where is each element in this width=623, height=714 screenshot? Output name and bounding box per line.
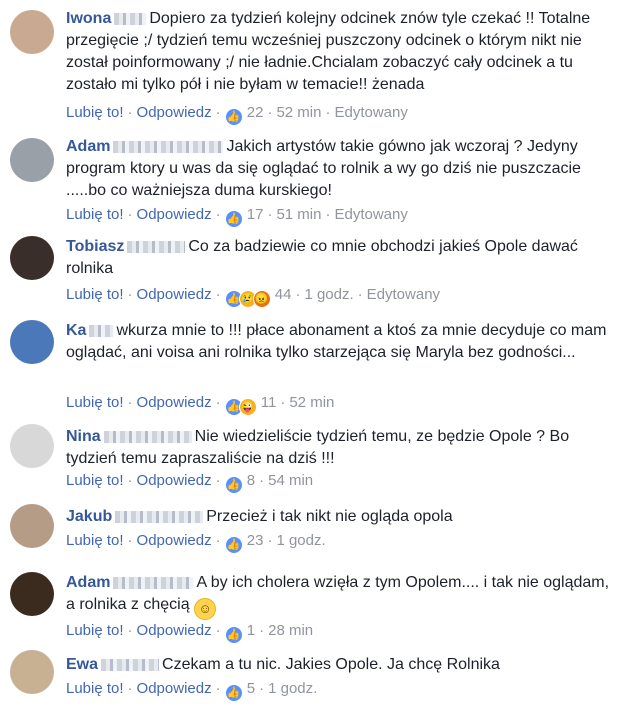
- like-link[interactable]: Lubię to!: [66, 104, 124, 121]
- reaction-count[interactable]: 5: [247, 680, 255, 697]
- avatar[interactable]: [10, 320, 54, 364]
- timestamp[interactable]: 28 min: [268, 622, 313, 639]
- comment-text: wkurza mnie to !!! płace abonament a kto…: [66, 322, 607, 361]
- avatar[interactable]: [10, 10, 54, 54]
- like-icon: 👍: [224, 210, 243, 228]
- reactions[interactable]: 👍😢😠: [224, 289, 271, 308]
- like-link[interactable]: Lubię to!: [66, 532, 124, 549]
- like-icon: 👍: [224, 476, 243, 494]
- avatar[interactable]: [10, 138, 54, 182]
- reactions[interactable]: 👍: [224, 475, 243, 494]
- comment-body: Ewa Czekam a tu nic. Jakies Opole. Ja chc…: [66, 654, 617, 676]
- like-icon: 👍: [224, 108, 243, 126]
- reactions[interactable]: 👍😜: [224, 397, 257, 416]
- redacted-surname: [101, 658, 160, 671]
- comment-body: Adam A by ich cholera wzięła z tym Opolem…: [66, 572, 617, 620]
- avatar[interactable]: [10, 572, 54, 616]
- smile-emoji-icon: ☺: [194, 598, 217, 620]
- like-link[interactable]: Lubię to!: [66, 206, 124, 223]
- reply-link[interactable]: Odpowiedz: [137, 286, 212, 303]
- redacted-surname: [89, 324, 114, 337]
- author-name[interactable]: Nina: [66, 428, 101, 445]
- comments-list: Iwona Dopiero za tydzień kolejny odcinek …: [0, 0, 623, 714]
- timestamp[interactable]: 51 min: [276, 206, 321, 223]
- comment-body: Jakub Przecież i tak nikt nie ogląda opol…: [66, 506, 617, 528]
- comment-text: Czekam a tu nic. Jakies Opole. Ja chcę R…: [162, 656, 500, 673]
- author-name[interactable]: Iwona: [66, 10, 111, 27]
- reply-link[interactable]: Odpowiedz: [137, 104, 212, 121]
- like-link[interactable]: Lubię to!: [66, 286, 124, 303]
- reply-link[interactable]: Odpowiedz: [137, 532, 212, 549]
- reaction-count[interactable]: 44: [275, 286, 292, 303]
- timestamp[interactable]: 52 min: [276, 104, 321, 121]
- reaction-count[interactable]: 23: [247, 532, 264, 549]
- timestamp[interactable]: 1 godz.: [276, 532, 325, 549]
- avatar[interactable]: [10, 236, 54, 280]
- timestamp[interactable]: 1 godz.: [268, 680, 317, 697]
- reply-link[interactable]: Odpowiedz: [137, 680, 212, 697]
- redacted-surname: [127, 240, 186, 253]
- author-name[interactable]: Tobiasz: [66, 238, 124, 255]
- comment-actions: Lubię to! · Odpowiedz · 👍 1 · 28 min: [66, 622, 313, 644]
- comment-actions: Lubię to! · Odpowiedz · 👍 22 · 52 min · Edytowan…: [66, 104, 408, 126]
- like-link[interactable]: Lubię to!: [66, 622, 124, 639]
- like-link[interactable]: Lubię to!: [66, 472, 124, 489]
- reactions[interactable]: 👍: [224, 683, 243, 702]
- edited-label[interactable]: Edytowany: [334, 104, 407, 121]
- like-icon: 👍: [224, 626, 243, 644]
- reaction-count[interactable]: 22: [247, 104, 264, 121]
- comment-actions: Lubię to! · Odpowiedz · 👍 5 · 1 godz.: [66, 680, 317, 702]
- reaction-count[interactable]: 1: [247, 622, 255, 639]
- reply-link[interactable]: Odpowiedz: [137, 472, 212, 489]
- reaction-count[interactable]: 17: [247, 206, 264, 223]
- avatar[interactable]: [10, 424, 54, 468]
- comment-actions: Lubię to! · Odpowiedz · 👍 8 · 54 min: [66, 472, 313, 494]
- author-name[interactable]: Adam: [66, 138, 110, 155]
- comment-actions: Lubię to! · Odpowiedz · 👍😢😠 44 · 1 godz. · Edyto…: [66, 286, 440, 308]
- author-name[interactable]: Jakub: [66, 508, 112, 525]
- author-name[interactable]: Ka: [66, 322, 86, 339]
- angry-icon: 😠: [252, 290, 271, 308]
- comment-body: Ka wkurza mnie to !!! płace abonament a k…: [66, 320, 617, 364]
- redacted-surname: [113, 140, 224, 153]
- redacted-surname: [113, 576, 194, 589]
- edited-label[interactable]: Edytowany: [334, 206, 407, 223]
- comment-actions: Lubię to! · Odpowiedz · 👍 23 · 1 godz.: [66, 532, 326, 554]
- reaction-count[interactable]: 8: [247, 472, 255, 489]
- timestamp[interactable]: 52 min: [289, 394, 334, 411]
- author-name[interactable]: Adam: [66, 574, 110, 591]
- like-icon: 👍: [224, 536, 243, 554]
- redacted-surname: [115, 510, 204, 523]
- like-icon: 👍: [224, 684, 243, 702]
- edited-label[interactable]: Edytowany: [367, 286, 440, 303]
- redacted-surname: [114, 12, 147, 25]
- reply-link[interactable]: Odpowiedz: [137, 622, 212, 639]
- comment-body: Iwona Dopiero za tydzień kolejny odcinek …: [66, 8, 617, 96]
- reactions[interactable]: 👍: [224, 625, 243, 644]
- avatar[interactable]: [10, 504, 54, 548]
- reply-link[interactable]: Odpowiedz: [137, 206, 212, 223]
- reactions[interactable]: 👍: [224, 535, 243, 554]
- comment-body: Adam Jakich artystów takie gówno jak wczo…: [66, 136, 617, 202]
- like-link[interactable]: Lubię to!: [66, 394, 124, 411]
- reactions[interactable]: 👍: [224, 209, 243, 228]
- reaction-count[interactable]: 11: [261, 394, 277, 411]
- timestamp[interactable]: 54 min: [268, 472, 313, 489]
- comment-actions: Lubię to! · Odpowiedz · 👍😜 11 · 52 min: [66, 394, 334, 416]
- comment-text: Przecież i tak nikt nie ogląda opola: [206, 508, 453, 525]
- timestamp[interactable]: 1 godz.: [304, 286, 353, 303]
- reactions[interactable]: 👍: [224, 107, 243, 126]
- avatar[interactable]: [10, 650, 54, 694]
- author-name[interactable]: Ewa: [66, 656, 98, 673]
- comment-actions: Lubię to! · Odpowiedz · 👍 17 · 51 min · Edytowan…: [66, 206, 408, 228]
- reply-link[interactable]: Odpowiedz: [137, 394, 212, 411]
- like-link[interactable]: Lubię to!: [66, 680, 124, 697]
- comment-body: Tobiasz Co za badziewie co mnie obchodzi …: [66, 236, 617, 280]
- comment-body: Nina Nie wiedzieliście tydzień temu, ze b…: [66, 426, 617, 470]
- haha-icon: 😜: [238, 398, 257, 416]
- redacted-surname: [103, 430, 192, 443]
